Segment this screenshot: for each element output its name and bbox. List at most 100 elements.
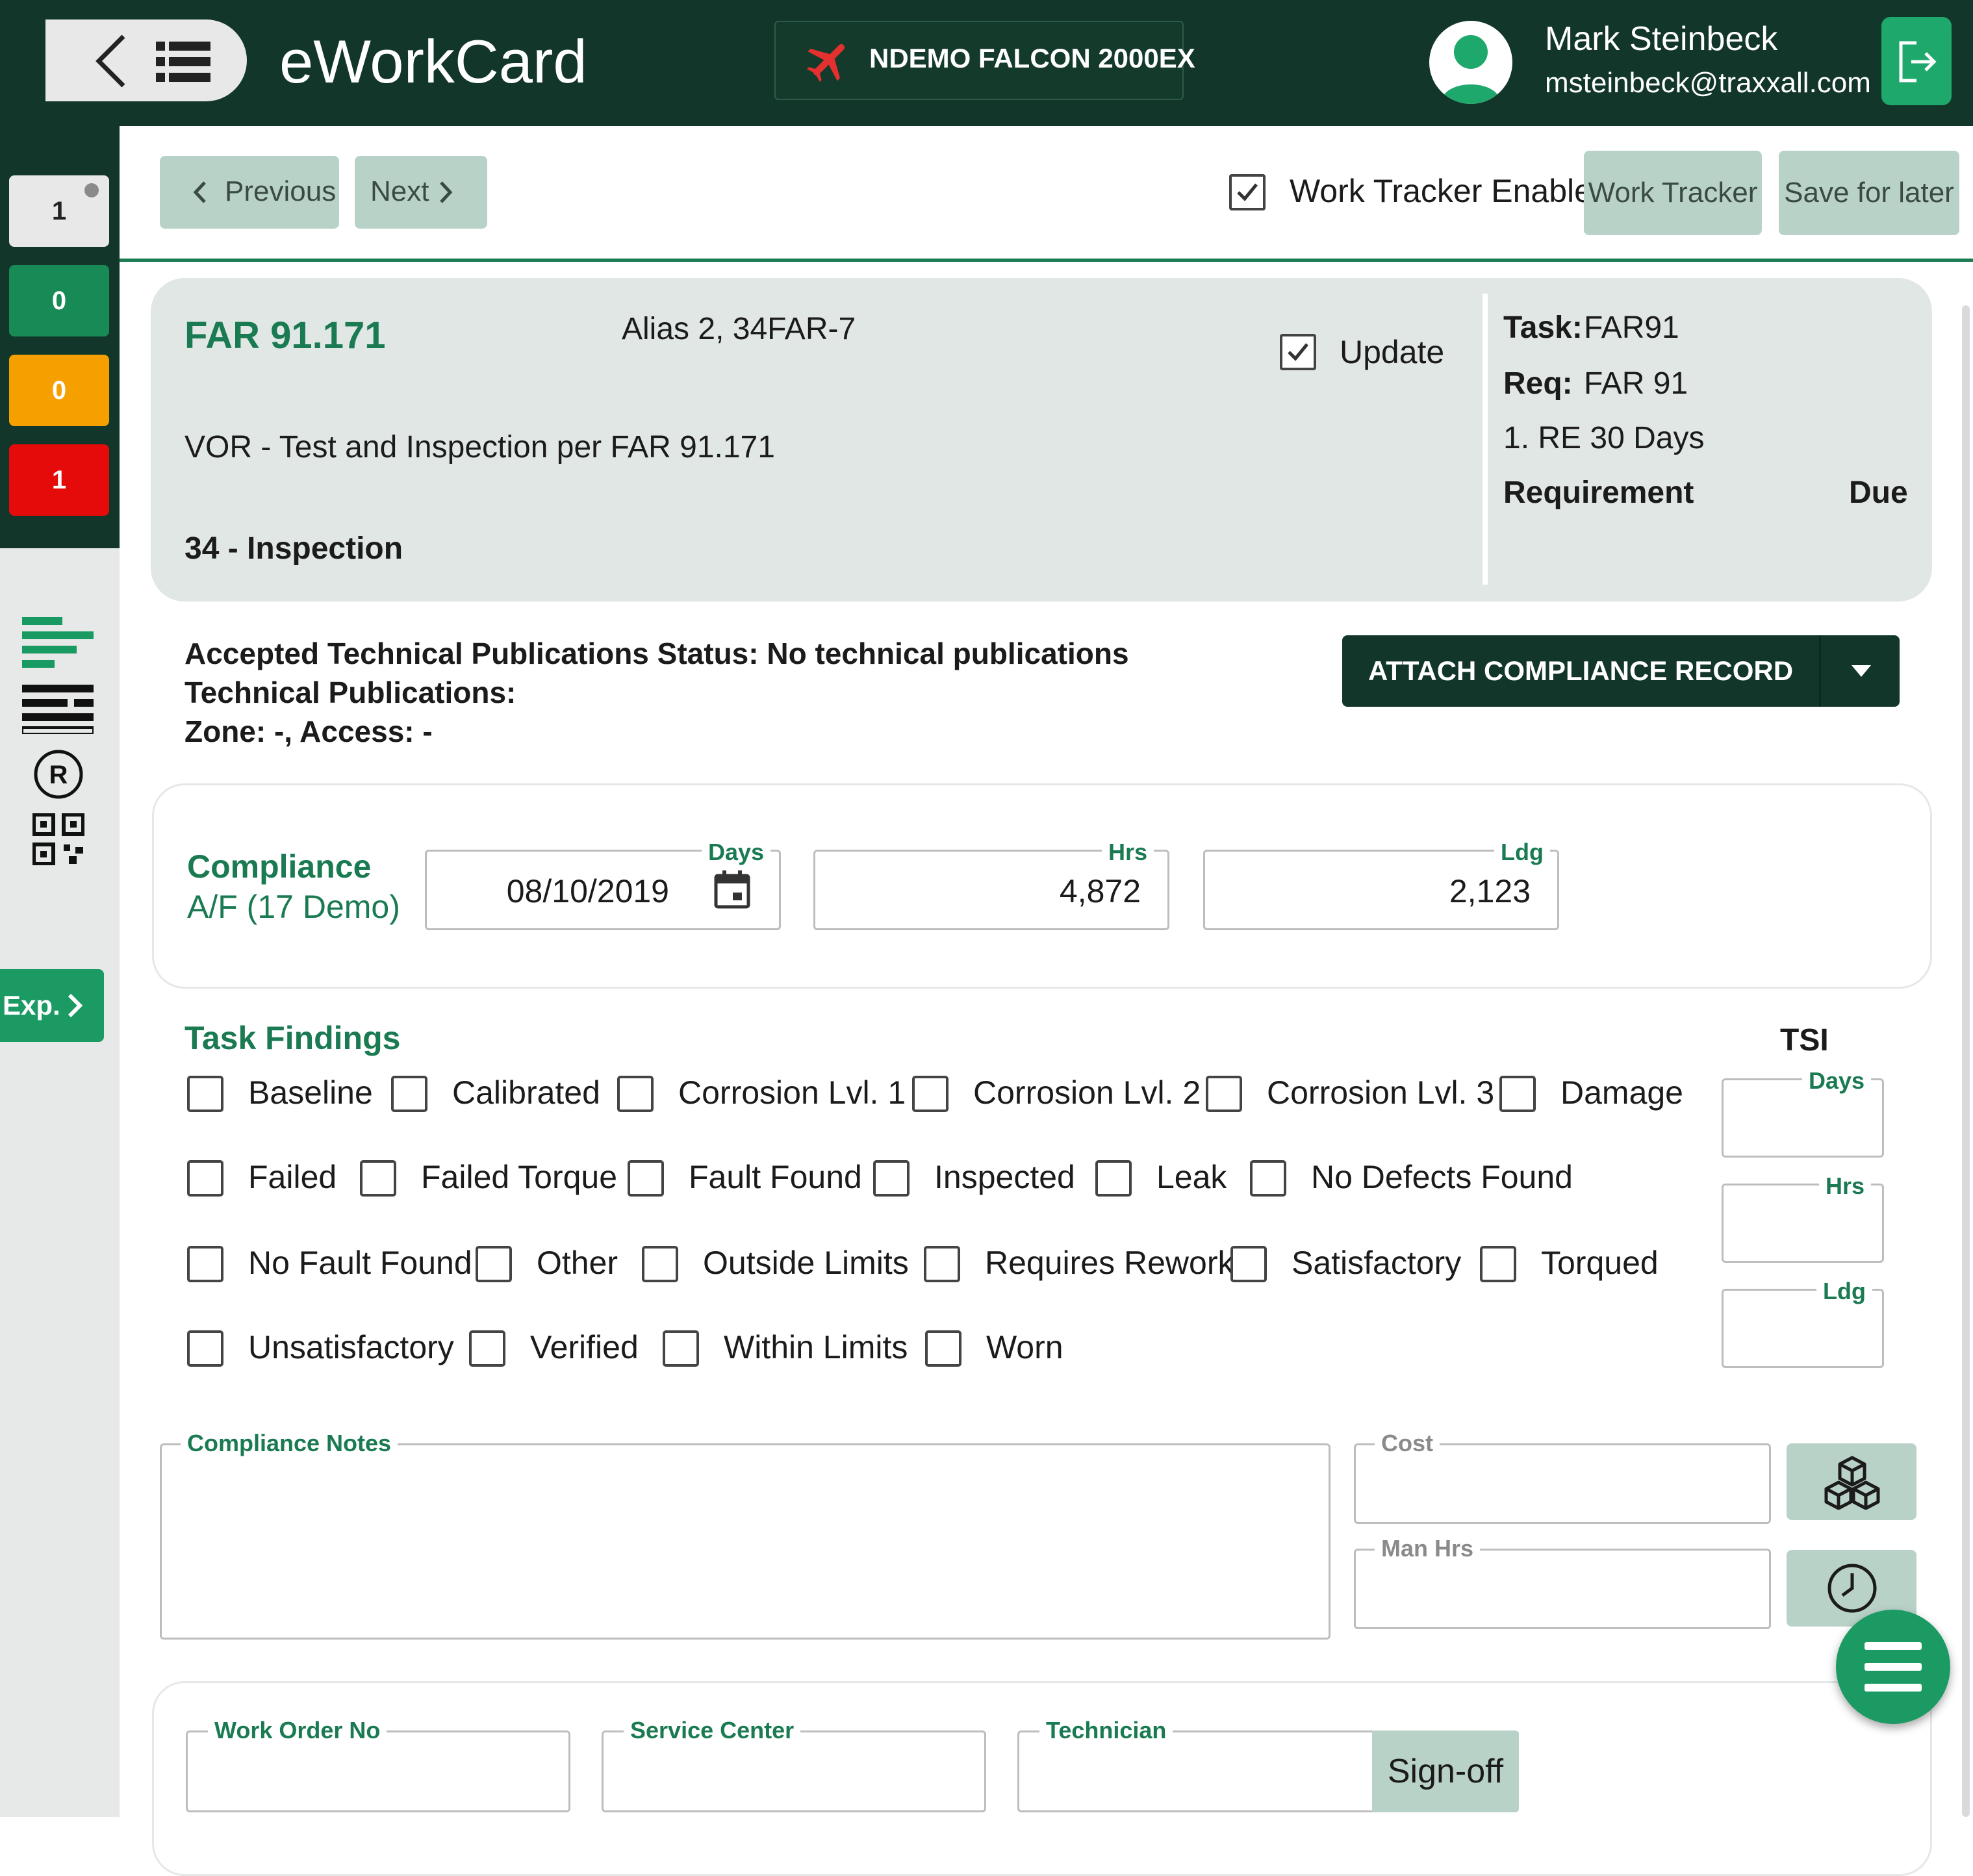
tsi-hrs-label: Hrs (1819, 1172, 1872, 1200)
req-value: FAR 91 (1584, 366, 1688, 401)
previous-label: Previous (225, 175, 337, 207)
next-button[interactable]: Next (355, 156, 487, 229)
finding-checkbox-calibrated[interactable] (391, 1076, 427, 1112)
toolbar-divider (120, 259, 1973, 262)
days-label: Days (702, 838, 771, 867)
finding-checkbox-no-fault-found[interactable] (187, 1246, 223, 1282)
finding-checkbox-unsatisfactory[interactable] (187, 1330, 223, 1367)
expand-label: Exp. (3, 990, 60, 1020)
counter-warning[interactable]: 0 (9, 355, 109, 426)
list-view-icon[interactable] (22, 685, 94, 734)
work-tracker-enabled-label: Work Tracker Enabled (1290, 173, 1610, 209)
service-center-label: Service Center (624, 1716, 801, 1745)
finding-label-no-fault-found: No Fault Found (248, 1245, 472, 1281)
qr-code-icon[interactable] (32, 813, 84, 865)
zone-access: Zone: -, Access: - (185, 715, 433, 748)
attach-compliance-record-button[interactable]: ATTACH COMPLIANCE RECORD FILE (1342, 635, 1900, 757)
tsi-days-label: Days (1802, 1067, 1872, 1095)
finding-checkbox-corrosion-lvl-2[interactable] (912, 1076, 948, 1112)
back-arrow-icon (95, 34, 125, 88)
finding-checkbox-leak[interactable] (1095, 1160, 1132, 1197)
task-description: VOR - Test and Inspection per FAR 91.171 (185, 430, 775, 464)
parts-button[interactable] (1787, 1443, 1916, 1520)
finding-checkbox-no-defects-found[interactable] (1250, 1160, 1286, 1197)
tsi-ldg-label: Ldg (1816, 1277, 1872, 1306)
user-avatar-icon[interactable] (1429, 21, 1512, 104)
main-menu-button[interactable] (1836, 1610, 1950, 1724)
finding-checkbox-inspected[interactable] (873, 1160, 910, 1197)
finding-checkbox-fault-found[interactable] (628, 1160, 664, 1197)
finding-label-leak: Leak (1156, 1159, 1227, 1195)
parts-icon (1824, 1456, 1880, 1510)
task-alias: Alias 2, 34FAR-7 (622, 312, 856, 346)
finding-checkbox-corrosion-lvl-3[interactable] (1206, 1076, 1242, 1112)
aircraft-label: NDEMO FALCON 2000EX (869, 43, 1195, 73)
scrollbar[interactable] (1962, 305, 1970, 1817)
compliance-ldg-value: 2,123 (1449, 873, 1531, 909)
cost-label: Cost (1375, 1429, 1440, 1458)
compliance-hrs-value: 4,872 (1059, 873, 1141, 909)
next-label: Next (370, 175, 429, 207)
finding-checkbox-other[interactable] (476, 1246, 512, 1282)
work-order-label: Work Order No (208, 1716, 387, 1745)
airplane-icon (807, 44, 845, 82)
task-category: 34 - Inspection (185, 531, 403, 566)
finding-checkbox-outside-limits[interactable] (642, 1246, 678, 1282)
finding-checkbox-requires-rework[interactable] (924, 1246, 960, 1282)
previous-button[interactable]: Previous (160, 156, 339, 229)
work-tracker-enabled-checkbox[interactable] (1229, 174, 1266, 210)
gantt-icon[interactable] (22, 617, 94, 669)
counter-overdue[interactable]: 1 (9, 444, 109, 516)
task-value: FAR91 (1584, 311, 1679, 345)
finding-label-failed-torque: Failed Torque (421, 1159, 618, 1195)
finding-checkbox-satisfactory[interactable] (1230, 1246, 1267, 1282)
work-tracker-button[interactable]: Work Tracker (1584, 151, 1762, 235)
ldg-label: Ldg (1494, 838, 1550, 867)
expand-button[interactable]: Exp. (0, 969, 104, 1042)
user-name: Mark Steinbeck (1545, 20, 1778, 58)
finding-label-corrosion-lvl-2: Corrosion Lvl. 2 (973, 1074, 1201, 1111)
finding-checkbox-worn[interactable] (925, 1330, 961, 1367)
finding-label-worn: Worn (986, 1329, 1063, 1365)
finding-checkbox-within-limits[interactable] (663, 1330, 699, 1367)
counter-ok[interactable]: 0 (9, 265, 109, 336)
finding-checkbox-baseline[interactable] (187, 1076, 223, 1112)
tsi-title: TSI (1780, 1023, 1829, 1058)
finding-label-torqued: Torqued (1541, 1245, 1659, 1281)
back-menu-button[interactable] (45, 19, 247, 101)
task-findings-title: Task Findings (185, 1020, 401, 1056)
save-for-later-button[interactable]: Save for later (1779, 151, 1959, 235)
requirement-header: Requirement (1503, 475, 1694, 510)
due-header: Due (1849, 475, 1908, 510)
notification-dot (84, 183, 99, 197)
logout-button[interactable] (1881, 17, 1952, 105)
publications-status: Accepted Technical Publications Status: … (185, 637, 1129, 670)
technical-publications: Technical Publications: (185, 676, 516, 709)
compliance-title: Compliance (187, 848, 372, 885)
finding-checkbox-torqued[interactable] (1480, 1246, 1516, 1282)
finding-label-satisfactory: Satisfactory (1292, 1245, 1462, 1281)
compliance-date-value: 08/10/2019 (506, 873, 669, 909)
finding-label-within-limits: Within Limits (724, 1329, 908, 1365)
finding-label-requires-rework: Requires Rework (985, 1245, 1234, 1281)
compliance-notes-textarea[interactable] (160, 1443, 1330, 1640)
signoff-button[interactable]: Sign-off (1372, 1730, 1519, 1812)
calendar-icon[interactable] (713, 869, 751, 909)
interval-text: 1. RE 30 Days (1503, 421, 1705, 455)
finding-checkbox-corrosion-lvl-1[interactable] (617, 1076, 654, 1112)
card-divider (1483, 294, 1488, 585)
man-hrs-label: Man Hrs (1375, 1534, 1481, 1563)
finding-checkbox-damage[interactable] (1499, 1076, 1536, 1112)
finding-checkbox-failed[interactable] (187, 1160, 223, 1197)
finding-checkbox-verified[interactable] (469, 1330, 505, 1367)
finding-label-fault-found: Fault Found (689, 1159, 862, 1195)
registered-icon[interactable]: R (32, 748, 84, 800)
hrs-label: Hrs (1102, 838, 1154, 867)
caret-down-icon[interactable] (1850, 664, 1872, 678)
checkbox-icon (1288, 343, 1308, 361)
checkbox-icon (1237, 183, 1258, 201)
update-checkbox[interactable] (1280, 334, 1316, 370)
finding-checkbox-failed-torque[interactable] (360, 1160, 396, 1197)
finding-label-other: Other (537, 1245, 618, 1281)
split-divider (1819, 635, 1821, 707)
